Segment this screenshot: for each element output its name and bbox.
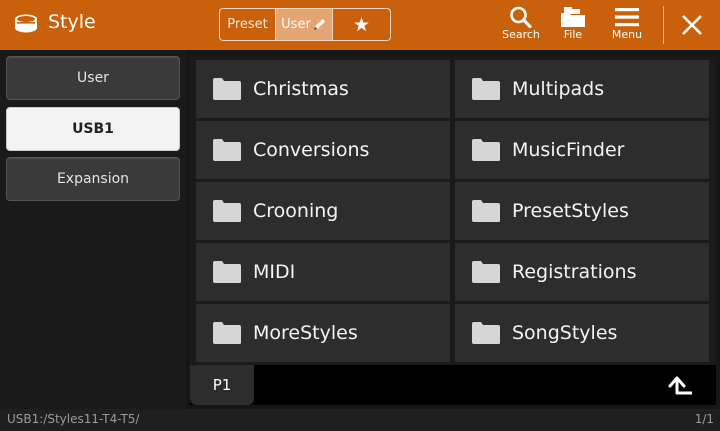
folder-name: Conversions xyxy=(253,139,370,161)
sidebar: User USB1 Expansion xyxy=(0,50,186,409)
tab-user[interactable]: User xyxy=(276,9,333,40)
sidebar-item-label: USB1 xyxy=(72,121,114,137)
menu-icon xyxy=(615,8,639,27)
star-icon: ★ xyxy=(352,13,371,36)
folder-icon xyxy=(213,78,241,100)
folder-icon xyxy=(213,200,241,222)
current-path: USB1:/Styles11-T4-T5/ xyxy=(7,412,140,426)
sidebar-item-usb1[interactable]: USB1 xyxy=(6,107,180,151)
folder-item[interactable]: MusicFinder xyxy=(455,121,709,179)
sidebar-item-expansion[interactable]: Expansion xyxy=(6,157,180,201)
file-button[interactable]: File xyxy=(548,4,598,48)
folder-item[interactable]: Registrations xyxy=(455,243,709,301)
folder-item[interactable]: MoreStyles xyxy=(196,304,450,362)
folder-item[interactable]: Christmas xyxy=(196,60,450,118)
status-bar: USB1:/Styles11-T4-T5/ 1/1 xyxy=(0,409,720,431)
page-count: 1/1 xyxy=(694,412,714,426)
tab-preset[interactable]: Preset xyxy=(220,9,276,40)
tab-preset-label: Preset xyxy=(227,17,268,32)
folder-name: PresetStyles xyxy=(512,200,629,222)
folder-item[interactable]: PresetStyles xyxy=(455,182,709,240)
folder-item[interactable]: Conversions xyxy=(196,121,450,179)
sidebar-item-label: Expansion xyxy=(56,171,130,187)
file-icon xyxy=(561,7,585,27)
up-folder-icon[interactable] xyxy=(664,371,698,401)
folder-icon xyxy=(472,200,500,222)
search-label: Search xyxy=(502,28,540,41)
menu-button[interactable]: Menu xyxy=(602,4,652,48)
sidebar-item-label: User xyxy=(77,70,109,86)
sidebar-item-user[interactable]: User xyxy=(6,56,180,100)
search-button[interactable]: Search xyxy=(496,4,546,48)
pager-bar xyxy=(190,365,716,405)
folder-item[interactable]: MIDI xyxy=(196,243,450,301)
folder-icon xyxy=(213,261,241,283)
folder-item[interactable]: Crooning xyxy=(196,182,450,240)
folder-icon xyxy=(213,139,241,161)
folder-name: MIDI xyxy=(253,261,296,283)
close-icon[interactable] xyxy=(672,5,712,45)
folder-name: SongStyles xyxy=(512,322,618,344)
folder-name: MoreStyles xyxy=(253,322,358,344)
folder-icon xyxy=(472,322,500,344)
header-divider xyxy=(663,6,664,44)
tab-favorite[interactable]: ★ xyxy=(333,9,390,40)
search-icon xyxy=(510,6,532,28)
folder-name: Registrations xyxy=(512,261,637,283)
app-title: Style xyxy=(48,11,96,33)
file-label: File xyxy=(563,28,583,41)
folder-icon xyxy=(472,261,500,283)
header-bar: Style Preset User ★ Search File Menu xyxy=(0,0,720,50)
folder-grid: Christmas Multipads Conversions MusicFin… xyxy=(190,57,716,365)
menu-label: Menu xyxy=(611,28,643,41)
folder-name: Multipads xyxy=(512,78,605,100)
drum-icon xyxy=(15,14,37,33)
folder-name: Christmas xyxy=(253,78,349,100)
source-selector: Preset User ★ xyxy=(219,8,391,41)
pencil-icon xyxy=(313,19,325,30)
folder-name: Crooning xyxy=(253,200,339,222)
folder-icon xyxy=(472,139,500,161)
folder-item[interactable]: Multipads xyxy=(455,60,709,118)
folder-name: MusicFinder xyxy=(512,139,625,161)
page-tab-p1[interactable]: P1 xyxy=(190,365,254,405)
folder-icon xyxy=(213,322,241,344)
folder-icon xyxy=(472,78,500,100)
page-tab-label: P1 xyxy=(212,376,232,394)
tab-user-label: User xyxy=(281,17,311,32)
folder-item[interactable]: SongStyles xyxy=(455,304,709,362)
